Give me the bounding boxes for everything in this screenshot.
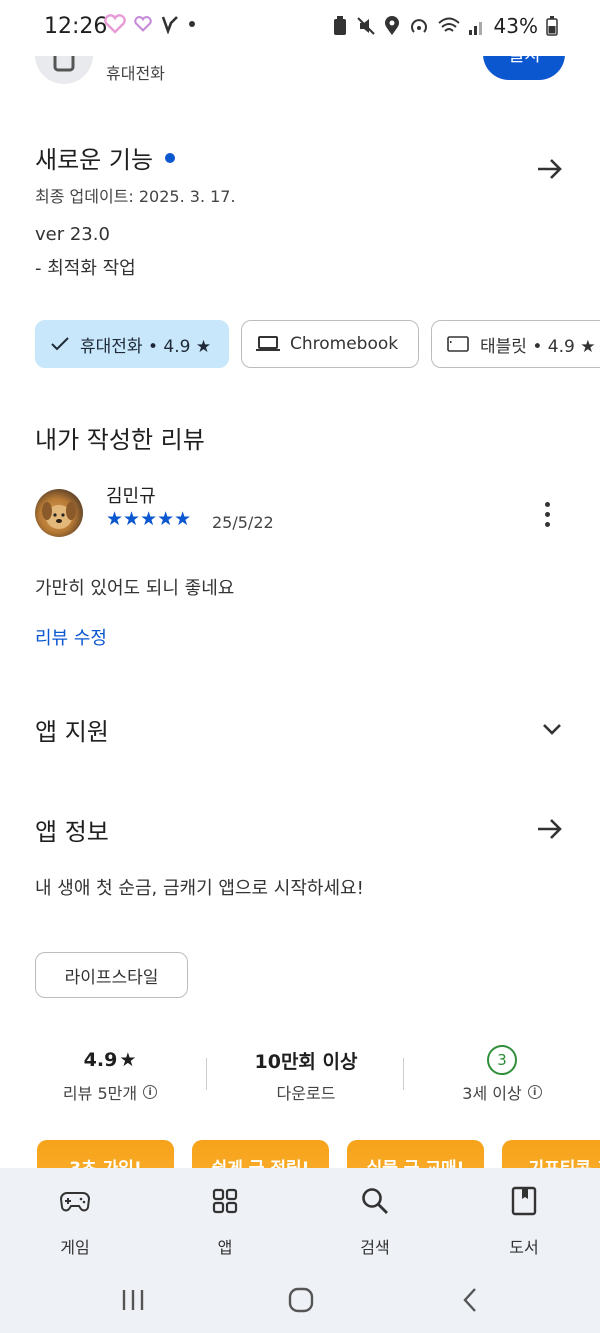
new-indicator-dot	[165, 152, 176, 163]
app-info-section[interactable]: 앱 정보	[35, 812, 565, 847]
arrow-right-icon[interactable]	[535, 814, 565, 844]
app-support-section[interactable]: 앱 지원	[35, 712, 565, 747]
battery-percent: 43%	[493, 14, 538, 38]
app-description: 내 생애 첫 순금, 금캐기 앱으로 시작하세요!	[35, 878, 364, 899]
arrow-right-icon[interactable]	[535, 154, 565, 184]
bottom-navigation: 게임 앱 검색 도서	[0, 1168, 600, 1266]
battery-saver-icon	[333, 16, 346, 35]
nav-games-label: 게임	[60, 1238, 90, 1257]
star-rating: ★★★★★	[106, 508, 192, 530]
status-bar: 12:26 43%	[0, 0, 600, 56]
review-text: 가만히 있어도 되니 좋네요	[35, 578, 235, 599]
divider	[206, 1058, 207, 1090]
chevron-down-icon[interactable]	[539, 716, 565, 742]
recent-apps-button[interactable]	[113, 1284, 153, 1316]
rating-stat: 4.9 ★ 리뷰 5만개 i	[20, 1044, 200, 1104]
check-icon	[51, 337, 69, 351]
chip-chromebook[interactable]: Chromebook	[241, 320, 419, 368]
review-date: 25/5/22	[212, 513, 274, 532]
mute-icon	[356, 17, 375, 35]
home-icon	[288, 1287, 314, 1313]
downloads-label: 다운로드	[276, 1084, 336, 1103]
nav-apps-label: 앱	[217, 1238, 233, 1257]
whats-new-section[interactable]: 새로운 기능 최종 업데이트: 2025. 3. 17.	[35, 140, 565, 207]
battery-icon	[546, 16, 558, 36]
nav-apps[interactable]: 앱	[175, 1184, 275, 1258]
system-status-icons: 43%	[332, 14, 558, 38]
my-review-title: 내가 작성한 리뷰	[35, 426, 205, 454]
heart-notification-icon	[104, 14, 126, 34]
hotspot-icon	[410, 19, 427, 33]
reviewer-avatar	[35, 489, 83, 537]
heart-notification-icon	[134, 16, 152, 32]
star-icon: ★	[119, 1049, 137, 1071]
nav-books[interactable]: 도서	[474, 1184, 574, 1258]
back-button[interactable]	[450, 1284, 490, 1316]
nav-books-label: 도서	[509, 1238, 539, 1257]
chip-tablet-label: 태블릿 • 4.9 ★	[480, 336, 596, 357]
edit-review-link[interactable]: 리뷰 수정	[35, 624, 107, 650]
age-rating-label: 3세 이상	[462, 1084, 522, 1103]
status-time: 12:26	[44, 14, 108, 39]
chip-phone-label: 휴대전화 • 4.9 ★	[80, 336, 212, 357]
version-text: ver 23.0	[35, 224, 110, 245]
chip-phone[interactable]: 휴대전화 • 4.9 ★	[35, 320, 229, 368]
chip-tablet[interactable]: 태블릿 • 4.9 ★	[431, 320, 600, 368]
downloads-stat: 10만회 이상 다운로드	[216, 1044, 396, 1104]
back-icon	[463, 1288, 476, 1312]
app-notification-icon	[161, 16, 178, 34]
apps-grid-icon	[212, 1188, 238, 1214]
age-rating-badge: 3	[487, 1045, 517, 1075]
divider	[403, 1058, 404, 1090]
wifi-icon	[437, 17, 460, 32]
whats-new-title: 새로운 기능	[35, 146, 154, 174]
app-info-title: 앱 정보	[35, 818, 109, 846]
signal-icon	[468, 22, 482, 35]
tablet-icon	[447, 336, 469, 352]
chip-chromebook-label: Chromebook	[290, 334, 399, 354]
last-updated-text: 최종 업데이트: 2025. 3. 17.	[35, 187, 236, 206]
nav-games[interactable]: 게임	[25, 1184, 125, 1258]
book-icon	[511, 1186, 537, 1216]
device-filter-chips: 휴대전화 • 4.9 ★ Chromebook 태블릿 • 4.9 ★	[35, 320, 600, 368]
more-options-icon[interactable]	[535, 496, 559, 532]
search-icon	[362, 1188, 388, 1214]
app-support-title: 앱 지원	[35, 718, 109, 746]
reviews-count: 리뷰 5만개	[62, 1084, 138, 1103]
device-label: 휴대전화	[106, 64, 165, 83]
rating-value: 4.9	[83, 1049, 118, 1071]
change-note: - 최적화 작업	[35, 258, 136, 279]
reviewer-name: 김민규	[106, 486, 156, 507]
info-icon[interactable]: i	[527, 1085, 542, 1099]
gamepad-icon	[60, 1192, 90, 1212]
nav-search[interactable]: 검색	[325, 1184, 425, 1258]
app-stats: 4.9 ★ 리뷰 5만개 i 10만회 이상 다운로드 3 3세 이상 i	[0, 1044, 600, 1114]
laptop-icon	[256, 336, 280, 351]
category-chip[interactable]: 라이프스타일	[35, 952, 188, 998]
info-icon[interactable]: i	[143, 1085, 158, 1099]
notification-icons	[104, 14, 196, 34]
system-navigation-bar	[0, 1266, 600, 1333]
recents-icon	[122, 1290, 144, 1310]
dot-icon	[189, 21, 195, 27]
nav-search-label: 검색	[360, 1238, 390, 1257]
location-icon	[384, 16, 399, 35]
downloads-value: 10만회 이상	[254, 1050, 358, 1073]
age-rating-stat: 3 3세 이상 i	[412, 1044, 592, 1104]
home-button[interactable]	[281, 1284, 321, 1316]
